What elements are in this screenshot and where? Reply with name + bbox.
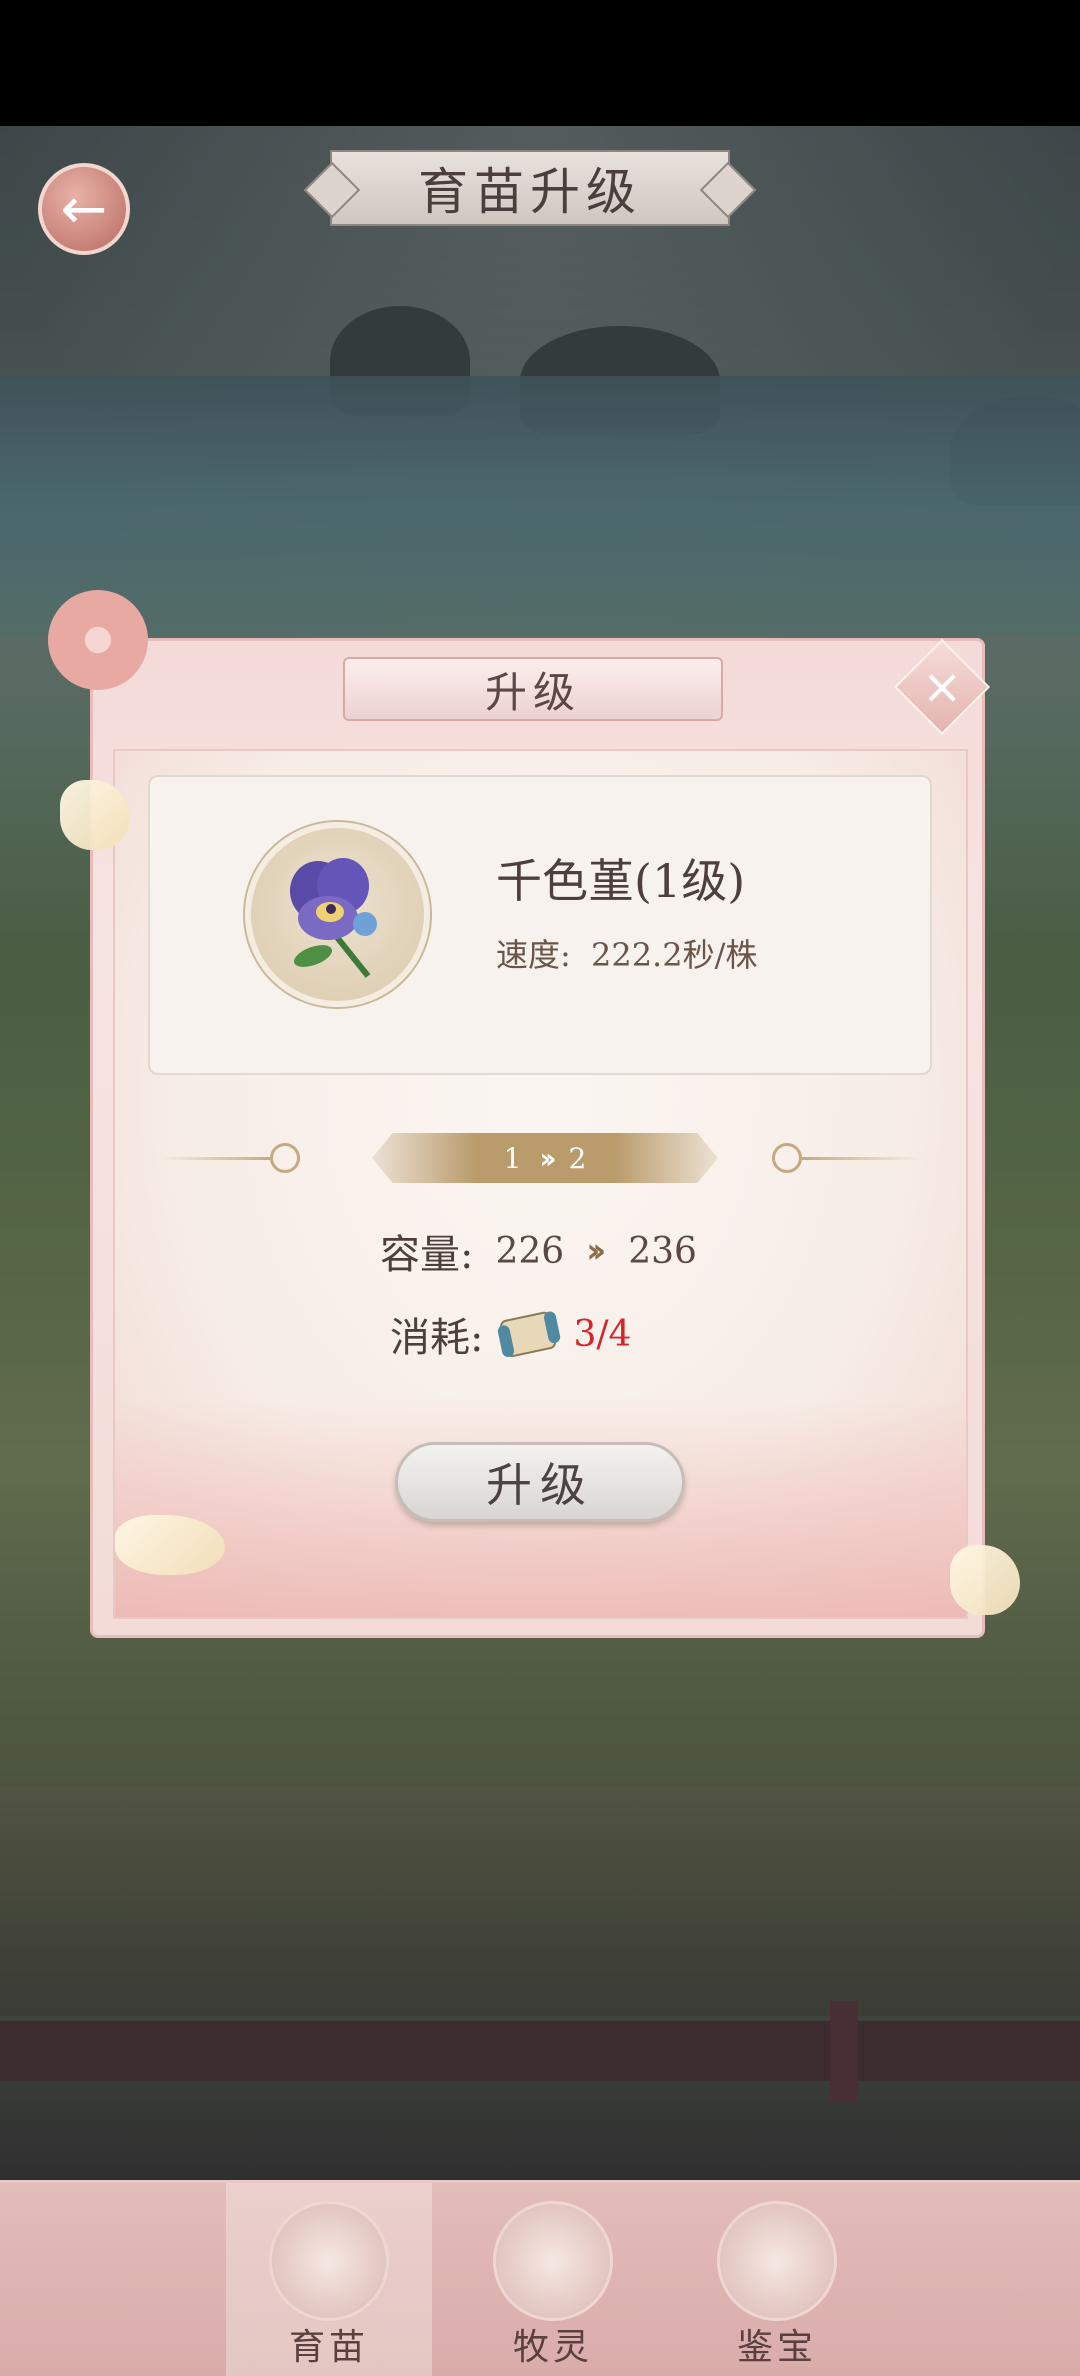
knot-ornament-icon: [270, 1143, 300, 1173]
nav-label: 鉴宝: [736, 2327, 817, 2368]
sheep-icon: [493, 2201, 613, 2321]
cost-value: 3/4: [573, 1313, 632, 1355]
bottom-nav: 育苗 牧灵 鉴宝: [0, 2180, 1080, 2376]
nav-label: 牧灵: [512, 2327, 593, 2368]
scroll-item-icon: [498, 1311, 561, 1358]
nav-item-seedling[interactable]: 育苗: [226, 2183, 432, 2376]
arrow-left-icon: ←: [60, 176, 108, 242]
nav-label: 育苗: [288, 2327, 369, 2368]
level-from: 1: [503, 1141, 522, 1175]
cost-row: 消耗: 3/4: [390, 1305, 631, 1363]
double-chevron-right-icon: ››: [586, 1231, 606, 1271]
plant-speed: 速度: 222.2秒/株: [496, 930, 757, 976]
double-chevron-right-icon: ››: [539, 1141, 556, 1175]
page-title: 育苗升级: [330, 150, 730, 226]
upgrade-button[interactable]: 升级: [395, 1442, 685, 1522]
capacity-to: 236: [628, 1230, 697, 1272]
knot-ornament-icon: [772, 1143, 802, 1173]
back-button[interactable]: ←: [38, 163, 130, 255]
speed-value: 222.2秒/株: [590, 936, 758, 974]
plant-name: 千色堇(1级): [496, 854, 746, 908]
speed-label: 速度:: [496, 936, 571, 974]
close-icon: ×: [921, 659, 963, 715]
gem-icon: [717, 2201, 837, 2321]
cost-label: 消耗:: [390, 1315, 484, 1361]
nav-item-appraisal[interactable]: 鉴宝: [674, 2183, 880, 2376]
capacity-from: 226: [495, 1230, 565, 1272]
level-transition: 1 ›› 2: [372, 1133, 718, 1183]
divider-left: [160, 1157, 270, 1160]
blossom-decoration-icon: [48, 590, 148, 690]
level-to: 2: [568, 1141, 587, 1175]
capacity-row: 容量: 226 ›› 236: [380, 1222, 697, 1280]
pansy-flower-icon: [245, 822, 430, 1007]
status-bar: [0, 0, 1080, 126]
capacity-label: 容量:: [380, 1232, 474, 1278]
dialog-title: 升级: [343, 657, 723, 721]
close-button[interactable]: ×: [893, 638, 991, 736]
nav-item-herding[interactable]: 牧灵: [450, 2183, 656, 2376]
seedling-icon: [269, 2201, 389, 2321]
divider-right: [802, 1157, 922, 1160]
